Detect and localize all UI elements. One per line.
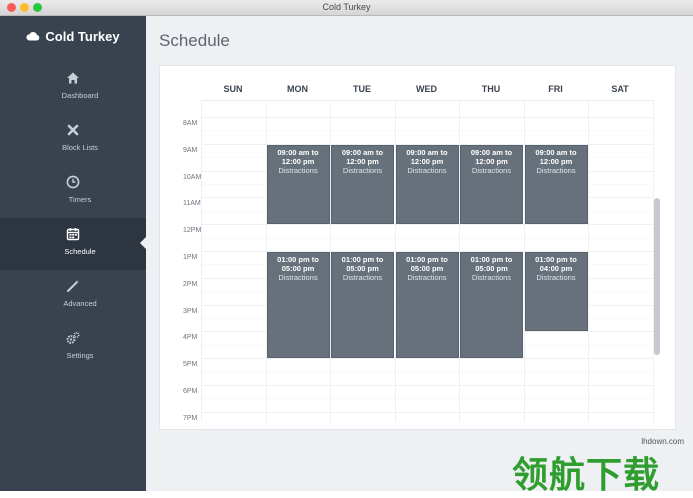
active-indicator: [140, 237, 146, 249]
clock-icon: [66, 175, 80, 189]
hour-label: 12PM: [183, 227, 202, 235]
day-header: SUN: [223, 84, 243, 94]
block-time: 01:00 pm to 04:00 pm: [535, 255, 577, 273]
schedule-block[interactable]: 01:00 pm to 05:00 pm Distractions: [395, 252, 459, 359]
hour-label: 3PM: [183, 307, 198, 315]
sidebar-item-advanced[interactable]: Advanced: [0, 270, 146, 322]
block-time: 01:00 pm to 05:00 pm: [341, 255, 384, 273]
sidebar-item-label: Dashboard: [61, 91, 99, 100]
sidebar-item-schedule[interactable]: Schedule: [0, 218, 146, 270]
sidebar-item-label: Schedule: [64, 247, 96, 256]
half-hour-gridline: [201, 371, 653, 373]
day-header: MON: [287, 84, 308, 94]
half-hour-gridline: [201, 130, 653, 132]
schedule-panel: SUN MON TUE WED THU FRI SAT 8AM 9AM 10AM 11AM 12PM 1…: [159, 65, 676, 430]
block-time: 01:00 pm to 05:00 pm: [406, 255, 448, 273]
block-time: 09:00 am to 12:00 pm: [406, 147, 448, 166]
block-time: 09:00 am to 12:00 pm: [535, 147, 577, 166]
hour-gridline: [201, 411, 653, 413]
half-hour-gridline: [201, 237, 653, 239]
block-time: 09:00 am to 12:00 pm: [341, 147, 384, 166]
hour-gridline: [201, 358, 653, 360]
block-time: 09:00 am to 12:00 pm: [470, 147, 513, 166]
day-header: SAT: [611, 84, 629, 94]
sidebar-item-label: Advanced: [63, 299, 97, 308]
hour-label: 4PM: [183, 334, 198, 342]
schedule-block[interactable]: 09:00 am to 12:00 pm Distractions: [460, 144, 523, 225]
sidebar-item-label: Block Lists: [62, 143, 98, 152]
schedule-block[interactable]: 01:00 pm to 05:00 pm Distractions: [460, 252, 523, 359]
schedule-block[interactable]: 09:00 am to 12:00 pm Distractions: [331, 144, 394, 225]
block-list-name: Distractions: [278, 165, 318, 175]
watermark-url: lhdown.com: [641, 437, 684, 446]
calendar-icon: [66, 228, 80, 241]
sidebar-item-timers[interactable]: Timers: [0, 166, 146, 218]
hour-label: 9AM: [183, 146, 198, 154]
schedule-block[interactable]: 01:00 pm to 05:00 pm Distractions: [331, 252, 394, 359]
hour-gridline: [201, 385, 653, 386]
header-divider: [201, 100, 653, 101]
sidebar-item-label: Timers: [68, 195, 92, 204]
window-title: Cold Turkey: [322, 2, 371, 12]
hour-label: 11AM: [183, 200, 201, 208]
hour-label: 7PM: [183, 414, 198, 422]
day-header: THU: [481, 84, 501, 94]
block-list-name: Distractions: [471, 273, 512, 282]
block-time: 09:00 am to 12:00 pm: [277, 147, 319, 166]
app-title: Cold Turkey: [0, 25, 146, 47]
sidebar: Cold Turkey Dashboard Block Lists Timers…: [0, 16, 146, 491]
sidebar-item-block-lists[interactable]: Block Lists: [0, 114, 146, 166]
day-header: TUE: [353, 84, 371, 94]
scrollbar[interactable]: [654, 198, 660, 355]
page-title: Schedule: [159, 31, 230, 50]
block-list-name: Distractions: [536, 273, 576, 282]
sidebar-item-label: Settings: [66, 351, 94, 360]
block-list-name: Distractions: [407, 165, 447, 175]
title-bar: Cold Turkey: [0, 0, 693, 16]
half-hour-gridline: [201, 425, 653, 427]
day-column-divider: [588, 100, 589, 422]
gears-icon: [66, 332, 80, 344]
hour-label: 10AM: [183, 173, 202, 181]
schedule-block[interactable]: 01:00 pm to 05:00 pm Distractions: [266, 252, 330, 359]
block-list-name: Distractions: [471, 165, 512, 175]
schedule-block[interactable]: 09:00 am to 12:00 pm Distractions: [524, 144, 588, 225]
block-time: 01:00 pm to 05:00 pm: [470, 255, 513, 273]
wand-icon: [67, 280, 79, 292]
watermark-text: 领航下载: [512, 455, 661, 496]
cloud-icon: [26, 32, 40, 41]
watermark: lhdown.com 领航下载: [512, 436, 692, 496]
schedule-block[interactable]: 01:00 pm to 04:00 pm Distractions: [524, 252, 588, 332]
x-icon: [67, 124, 79, 136]
sidebar-item-settings[interactable]: Settings: [0, 322, 146, 374]
app-window: Cold Turkey Cold Turkey Dashboard Block …: [0, 0, 693, 496]
day-header: FRI: [548, 84, 563, 94]
hour-label: 1PM: [183, 254, 198, 261]
half-hour-gridline: [201, 398, 653, 400]
hour-gridline: [201, 224, 653, 226]
hour-label: 5PM: [183, 361, 198, 369]
block-list-name: Distractions: [407, 273, 447, 282]
hour-gridline: [201, 117, 653, 118]
hour-label: 6PM: [183, 388, 198, 395]
block-list-name: Distractions: [278, 273, 318, 282]
schedule-block[interactable]: 09:00 am to 12:00 pm Distractions: [395, 144, 459, 225]
block-list-name: Distractions: [342, 165, 383, 175]
block-list-name: Distractions: [536, 165, 576, 175]
hour-label: 8AM: [183, 120, 198, 127]
home-icon: [67, 72, 79, 84]
block-time: 01:00 pm to 05:00 pm: [277, 255, 319, 273]
block-list-name: Distractions: [342, 273, 383, 282]
hour-label: 2PM: [183, 280, 198, 288]
day-header: WED: [416, 84, 437, 94]
sidebar-item-dashboard[interactable]: Dashboard: [0, 62, 146, 114]
schedule-block[interactable]: 09:00 am to 12:00 pm Distractions: [266, 144, 330, 225]
app-title-text: Cold Turkey: [45, 28, 120, 44]
